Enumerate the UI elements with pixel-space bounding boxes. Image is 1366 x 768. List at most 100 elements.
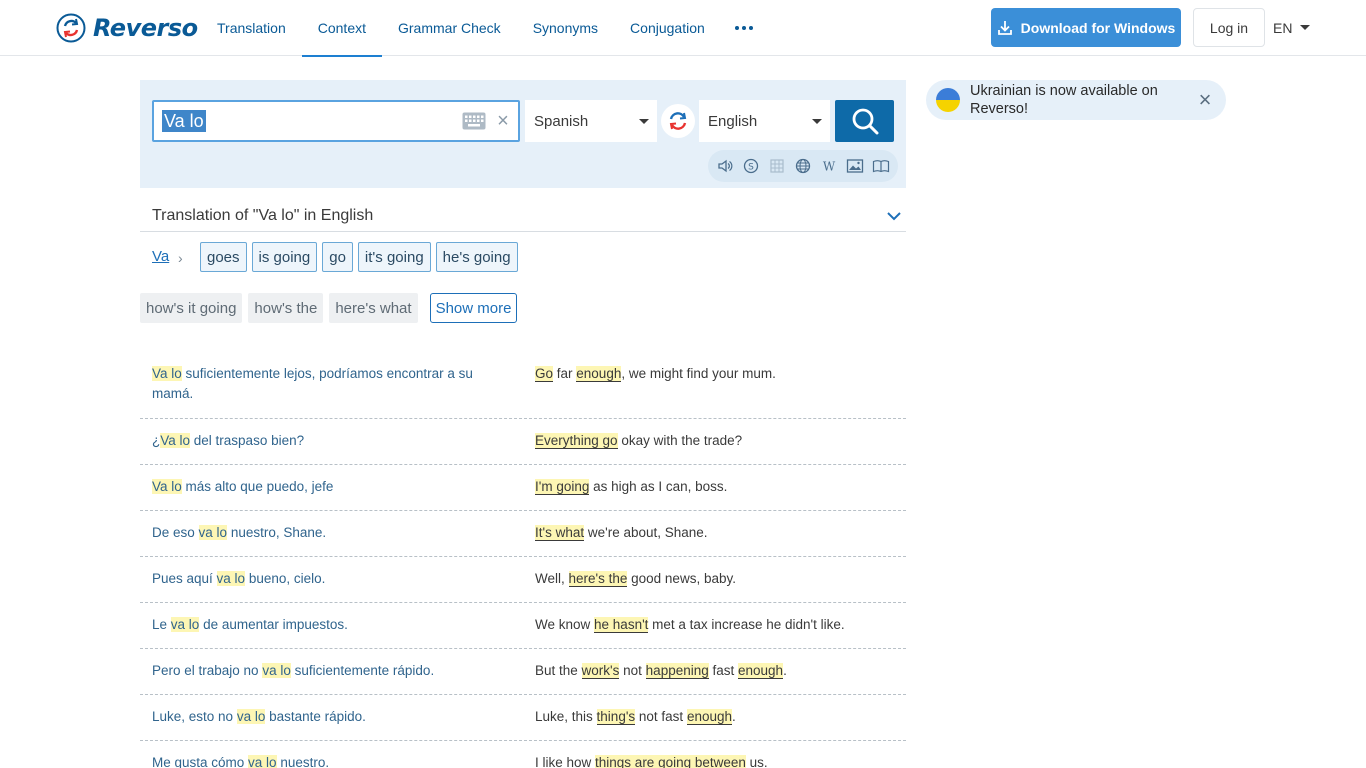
translation-chip-secondary[interactable]: how's it going bbox=[140, 293, 243, 323]
wikipedia-icon[interactable]: W bbox=[819, 156, 839, 176]
close-icon[interactable]: × bbox=[1194, 89, 1216, 111]
example-text: de aumentar impuestos. bbox=[199, 617, 348, 632]
example-source: Luke, esto no va lo bastante rápido. bbox=[152, 707, 512, 727]
highlighted-term[interactable]: va lo bbox=[236, 709, 266, 724]
caret-down-icon bbox=[812, 119, 822, 124]
example-text: as high as I can, boss. bbox=[589, 479, 728, 494]
search-query-text[interactable]: Va lo bbox=[162, 110, 206, 132]
example-target: We know he hasn't met a tax increase he … bbox=[535, 615, 895, 635]
example-source: De eso va lo nuestro, Shane. bbox=[152, 523, 512, 543]
chevron-down-icon[interactable] bbox=[886, 208, 902, 224]
speaker-icon[interactable] bbox=[715, 156, 735, 176]
translation-chip-secondary[interactable]: how's the bbox=[248, 293, 324, 323]
highlighted-term[interactable]: It's what bbox=[535, 525, 585, 541]
search-button[interactable] bbox=[835, 100, 894, 142]
grid-icon[interactable] bbox=[767, 156, 787, 176]
highlighted-term[interactable]: Go bbox=[535, 366, 554, 382]
highlighted-term[interactable]: va lo bbox=[248, 755, 277, 768]
highlighted-term[interactable]: va lo bbox=[170, 617, 200, 632]
swap-languages-button[interactable] bbox=[661, 104, 695, 138]
example-text: us. bbox=[745, 755, 768, 768]
nav-translation[interactable]: Translation bbox=[201, 0, 302, 56]
example-row: Me gusta cómo va lo nuestro. I like how t… bbox=[140, 741, 906, 768]
highlighted-term[interactable]: Va lo bbox=[152, 479, 182, 494]
nav-context[interactable]: Context bbox=[301, 0, 383, 57]
example-source: Me gusta cómo va lo nuestro. bbox=[152, 753, 512, 768]
nav-conjugation[interactable]: Conjugation bbox=[614, 0, 721, 56]
translation-section-header[interactable]: Translation of "Va lo" in English bbox=[140, 200, 906, 232]
dictionary-icon[interactable] bbox=[871, 156, 891, 176]
example-text: met a tax increase he didn't like. bbox=[648, 617, 845, 632]
highlighted-term[interactable]: he hasn't bbox=[594, 617, 649, 633]
search-panel: Va lo × Spanish English S W bbox=[140, 80, 906, 188]
highlighted-term[interactable]: enough bbox=[738, 663, 784, 679]
ukraine-flag-icon bbox=[936, 88, 960, 112]
highlighted-term[interactable]: enough bbox=[576, 366, 622, 382]
example-text: we're about, Shane. bbox=[584, 525, 708, 540]
search-input[interactable]: Va lo × bbox=[152, 100, 520, 142]
example-text: Pues aquí bbox=[152, 571, 217, 586]
example-target: I like how things are going between us. bbox=[535, 753, 895, 768]
highlighted-term[interactable]: here's the bbox=[568, 571, 628, 587]
logo[interactable]: Reverso bbox=[56, 12, 198, 44]
example-target: Well, here's the good news, baby. bbox=[535, 569, 895, 589]
example-source: Le va lo de aumentar impuestos. bbox=[152, 615, 512, 635]
example-text: bastante rápido. bbox=[265, 709, 366, 724]
example-source: Pues aquí va lo bueno, cielo. bbox=[152, 569, 512, 589]
highlighted-term[interactable]: va lo bbox=[198, 525, 228, 540]
highlighted-term[interactable]: enough bbox=[686, 709, 732, 725]
example-text: We know bbox=[535, 617, 595, 632]
example-row: Le va lo de aumentar impuestos. We know h… bbox=[140, 603, 906, 649]
example-text: suficientemente rápido. bbox=[290, 663, 435, 678]
breadcrumb-link[interactable]: Va bbox=[152, 248, 169, 265]
highlighted-term[interactable]: va lo bbox=[262, 663, 291, 678]
example-text: Luke, this bbox=[535, 709, 597, 724]
show-more-button[interactable]: Show more bbox=[429, 293, 518, 323]
highlighted-term[interactable]: Everything go bbox=[535, 433, 618, 449]
example-text: ¿ bbox=[152, 433, 161, 448]
translation-chip[interactable]: is going bbox=[251, 242, 318, 272]
example-source: Va lo más alto que puedo, jefe bbox=[152, 477, 512, 497]
highlighted-term[interactable]: va lo bbox=[216, 571, 246, 586]
example-source: ¿Va lo del traspaso bien? bbox=[152, 431, 512, 451]
globe-icon[interactable] bbox=[793, 156, 813, 176]
search-icon bbox=[852, 108, 878, 135]
example-text: not bbox=[619, 663, 646, 678]
image-icon[interactable] bbox=[845, 156, 865, 176]
translation-chip[interactable]: it's going bbox=[357, 242, 431, 272]
login-button[interactable]: Log in bbox=[1193, 8, 1265, 47]
source-language-select[interactable]: Spanish bbox=[525, 100, 657, 142]
interface-language-selector[interactable]: EN bbox=[1273, 8, 1311, 47]
synonyms-icon[interactable]: S bbox=[741, 156, 761, 176]
example-target: Luke, this thing's not fast enough. bbox=[535, 707, 895, 727]
more-menu-icon[interactable] bbox=[721, 0, 767, 56]
example-text: Luke, esto no bbox=[152, 709, 237, 724]
download-icon bbox=[997, 20, 1012, 35]
source-language-label: Spanish bbox=[534, 112, 589, 130]
keyboard-icon[interactable] bbox=[462, 112, 486, 130]
nav-synonyms[interactable]: Synonyms bbox=[517, 0, 614, 56]
example-text: far bbox=[553, 366, 577, 381]
download-windows-button[interactable]: Download for Windows bbox=[991, 8, 1181, 47]
translation-chip[interactable]: go bbox=[322, 242, 353, 272]
highlighted-term[interactable]: work's bbox=[581, 663, 620, 679]
example-text: bueno, cielo. bbox=[245, 571, 326, 586]
highlighted-term[interactable]: happening bbox=[645, 663, 709, 679]
translation-chip[interactable]: he's going bbox=[435, 242, 518, 272]
example-target: I'm going as high as I can, boss. bbox=[535, 477, 895, 497]
translation-chip[interactable]: goes bbox=[200, 242, 247, 272]
highlighted-term[interactable]: Va lo bbox=[160, 433, 191, 448]
example-text: nuestro, Shane. bbox=[227, 525, 327, 540]
example-text: De eso bbox=[152, 525, 199, 540]
highlighted-term[interactable]: things are going between bbox=[595, 755, 746, 768]
translation-chip-secondary[interactable]: here's what bbox=[329, 293, 418, 323]
highlighted-term[interactable]: Va lo bbox=[152, 366, 182, 381]
caret-down-icon bbox=[639, 119, 649, 124]
secondary-translations: how's it going how's the here's what Sho… bbox=[140, 293, 518, 323]
target-language-select[interactable]: English bbox=[699, 100, 830, 142]
example-text: nuestro. bbox=[276, 755, 330, 768]
clear-icon[interactable]: × bbox=[494, 111, 512, 131]
nav-grammar-check[interactable]: Grammar Check bbox=[382, 0, 517, 56]
highlighted-term[interactable]: I'm going bbox=[535, 479, 590, 495]
highlighted-term[interactable]: thing's bbox=[596, 709, 636, 725]
